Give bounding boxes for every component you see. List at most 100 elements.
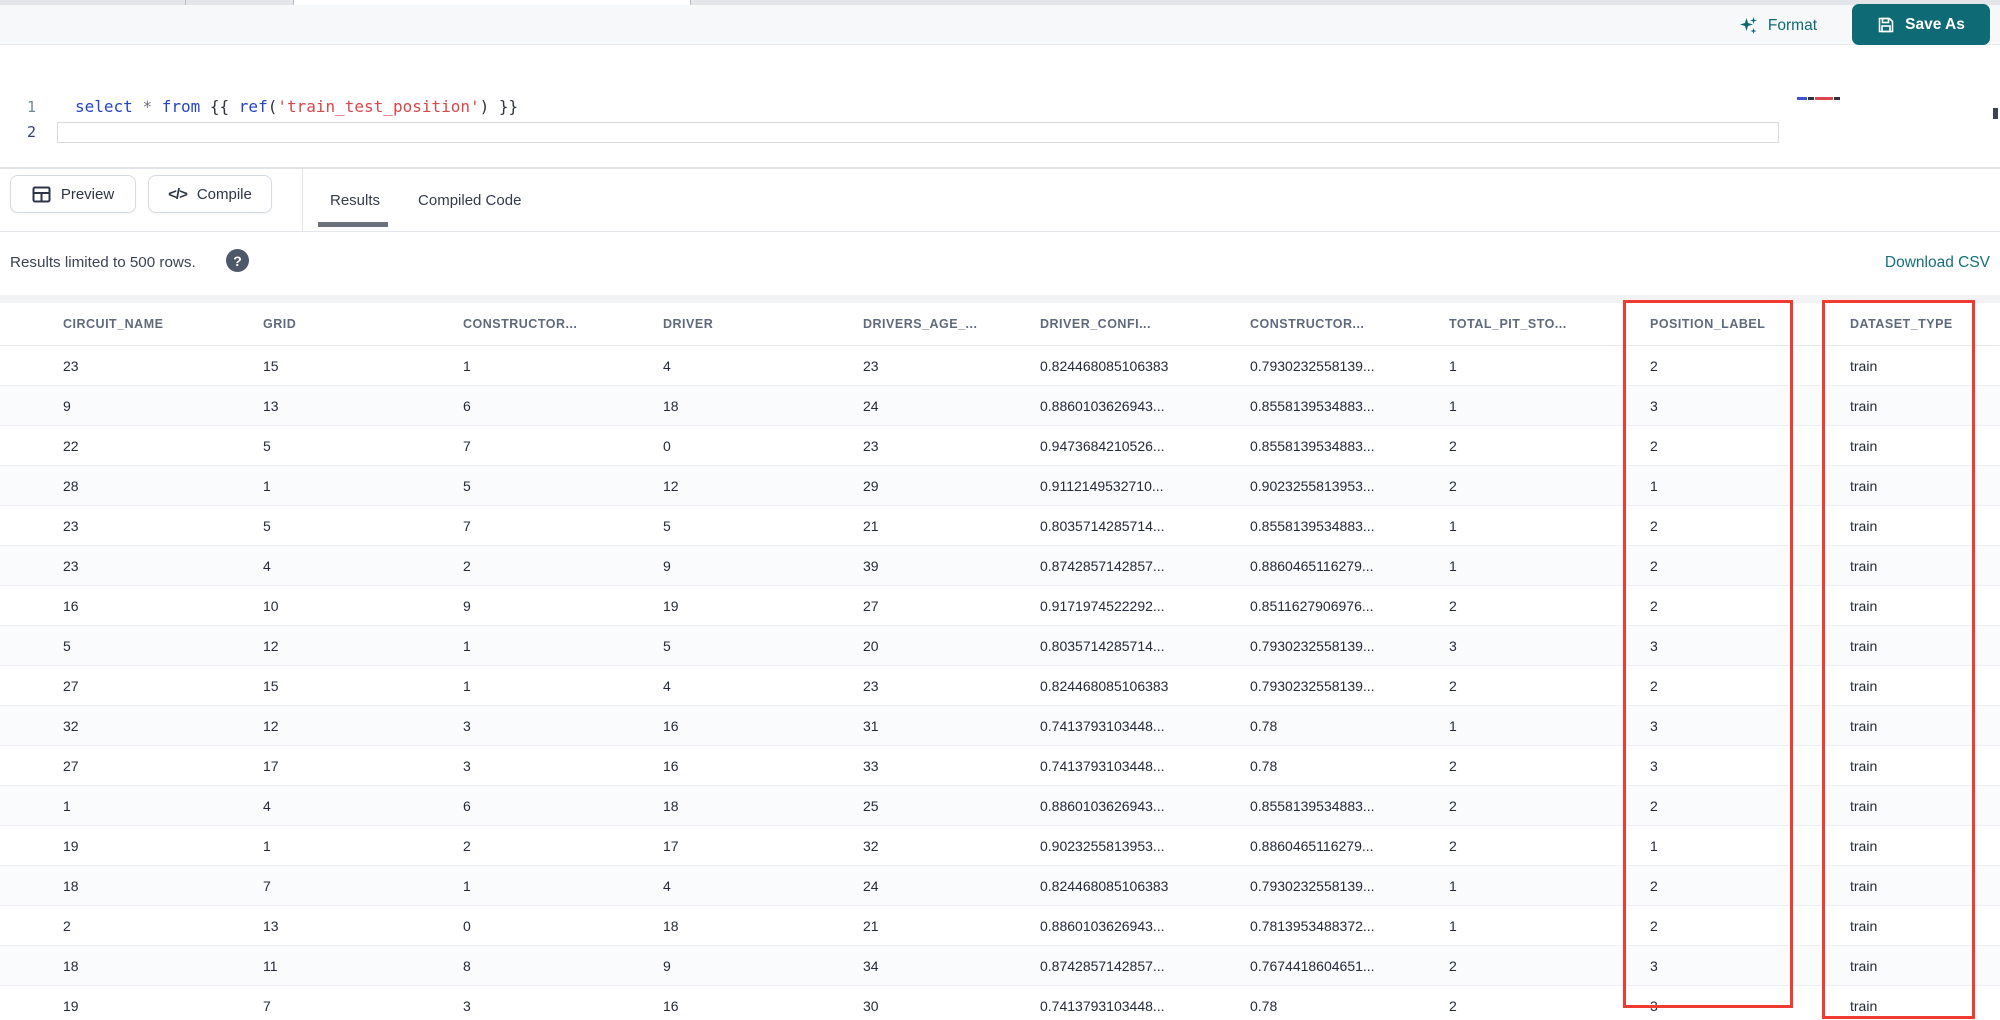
table-cell: 19: [663, 597, 679, 614]
table-cell: 0.7930232558139...: [1250, 677, 1375, 694]
table-cell: 0.8558139534883...: [1250, 797, 1375, 814]
table-cell: 9: [463, 597, 471, 614]
save-as-button[interactable]: Save As: [1852, 4, 1990, 45]
table-header-row: CIRCUIT_NAME GRID CONSTRUCTOR... DRIVER DRIV…: [0, 303, 2000, 346]
table-cell: 2: [1650, 877, 1658, 894]
column-header: DATASET_TYPE: [1850, 317, 1953, 331]
table-cell: 0.824468085106383: [1040, 357, 1169, 374]
table-cell: train: [1850, 957, 1878, 974]
table-cell: 0.7813953488372...: [1250, 917, 1375, 934]
table-cell: 21: [863, 917, 879, 934]
table-cell: 0.78: [1250, 757, 1278, 774]
tab-results[interactable]: Results: [330, 192, 380, 209]
table-cell: 0.8860103626943...: [1040, 397, 1165, 414]
table-cell: 1: [1650, 837, 1658, 854]
table-cell: train: [1850, 997, 1878, 1014]
sql-editor[interactable]: 1 2 select * from {{ ref('train_test_pos…: [0, 46, 2000, 167]
table-cell: 0: [463, 917, 471, 934]
table-cell: 2: [1449, 597, 1457, 614]
table-cell: 0.8035714285714...: [1040, 637, 1165, 654]
table-row: 16 10 9 19 27 0.9171974522292... 0.85116279069…: [0, 586, 2000, 626]
table-cell: 0.7413793103448...: [1040, 717, 1165, 734]
table-cell: 1: [1449, 877, 1457, 894]
sparkles-icon: [1739, 16, 1759, 36]
table-cell: 4: [663, 677, 671, 694]
table-cell: 1: [263, 837, 271, 854]
table-cell: 2: [63, 917, 71, 934]
dbt-ide-app: Format Save As 1 2 select * from {{ ref(…: [0, 0, 2000, 1020]
table-cell: 13: [263, 397, 279, 414]
table-cell: 3: [1650, 717, 1658, 734]
table-cell: 11: [263, 957, 278, 974]
table-row: 23 4 2 9 39 0.8742857142857... 0.8860465116279…: [0, 546, 2000, 586]
table-cell: 23: [63, 517, 79, 534]
download-csv-link[interactable]: Download CSV: [1885, 254, 1990, 272]
table-cell: 29: [863, 477, 879, 494]
table-cell: 0.78: [1250, 997, 1278, 1014]
code-token: (: [267, 97, 278, 116]
table-cell: 2: [1449, 477, 1457, 494]
table-body: 23 15 1 4 23 0.824468085106383 0.7930232558139…: [0, 346, 2000, 1020]
tab-compiled-code[interactable]: Compiled Code: [418, 192, 521, 209]
table-cell: 0.9171974522292...: [1040, 597, 1165, 614]
table-cell: 16: [63, 597, 79, 614]
compile-button[interactable]: </> Compile: [148, 175, 272, 213]
code-token: select: [75, 97, 133, 116]
code-token: *: [142, 97, 153, 116]
table-cell: 23: [863, 677, 879, 694]
code-token: ): [479, 97, 490, 116]
table-cell: 3: [1449, 637, 1457, 654]
table-cell: 0.8558139534883...: [1250, 397, 1375, 414]
table-cell: 0.8511627906976...: [1250, 597, 1374, 614]
table-cell: train: [1850, 717, 1878, 734]
table-cell: 0.7930232558139...: [1250, 877, 1375, 894]
table-cell: 2: [1650, 677, 1658, 694]
compile-label: Compile: [196, 185, 252, 203]
table-cell: 3: [463, 717, 471, 734]
table-cell: 23: [63, 357, 79, 374]
table-cell: 0.8860103626943...: [1040, 917, 1165, 934]
table-cell: 32: [63, 717, 79, 734]
column-header: DRIVERS_AGE_...: [863, 317, 978, 331]
table-cell: 0.8860465116279...: [1250, 557, 1374, 574]
column-header: DRIVER_CONFI...: [1040, 317, 1151, 331]
table-cell: 16: [663, 997, 679, 1014]
table-cell: 2: [1650, 357, 1658, 374]
table-cell: 0.8860103626943...: [1040, 797, 1165, 814]
help-icon[interactable]: ?: [226, 249, 249, 272]
table-cell: train: [1850, 877, 1878, 894]
table-cell: 30: [863, 997, 879, 1014]
table-cell: 24: [863, 877, 879, 894]
table-cell: train: [1850, 917, 1878, 934]
table-cell: 15: [263, 357, 279, 374]
table-cell: 1: [463, 637, 471, 654]
table-cell: 1: [1449, 397, 1457, 414]
column-header: CONSTRUCTOR...: [1250, 317, 1365, 331]
table-cell: 4: [663, 357, 671, 374]
table-cell: 1: [1449, 717, 1457, 734]
vertical-divider: [302, 169, 303, 232]
code-token: 'train_test_position': [277, 97, 480, 116]
table-cell: 0.78: [1250, 717, 1278, 734]
table-icon: [32, 185, 51, 204]
column-header: GRID: [263, 317, 297, 331]
format-button[interactable]: Format: [1739, 13, 1817, 39]
table-cell: 9: [63, 397, 71, 414]
table-cell: train: [1850, 637, 1878, 654]
preview-button[interactable]: Preview: [10, 175, 136, 213]
table-cell: 3: [1650, 637, 1658, 654]
table-cell: 39: [863, 557, 879, 574]
actions-row: Preview </> Compile Results Compiled Cod…: [0, 169, 2000, 232]
table-cell: 2: [1650, 597, 1658, 614]
table-cell: 27: [63, 757, 79, 774]
table-cell: 12: [663, 477, 679, 494]
table-cell: 1: [263, 477, 271, 494]
table-cell: train: [1850, 837, 1878, 854]
table-cell: 19: [63, 997, 79, 1014]
table-cell: 28: [63, 477, 79, 494]
table-cell: train: [1850, 477, 1878, 494]
code-token: ref: [238, 97, 268, 116]
table-cell: 12: [263, 637, 279, 654]
table-cell: 2: [1449, 837, 1457, 854]
table-cell: 18: [663, 917, 679, 934]
